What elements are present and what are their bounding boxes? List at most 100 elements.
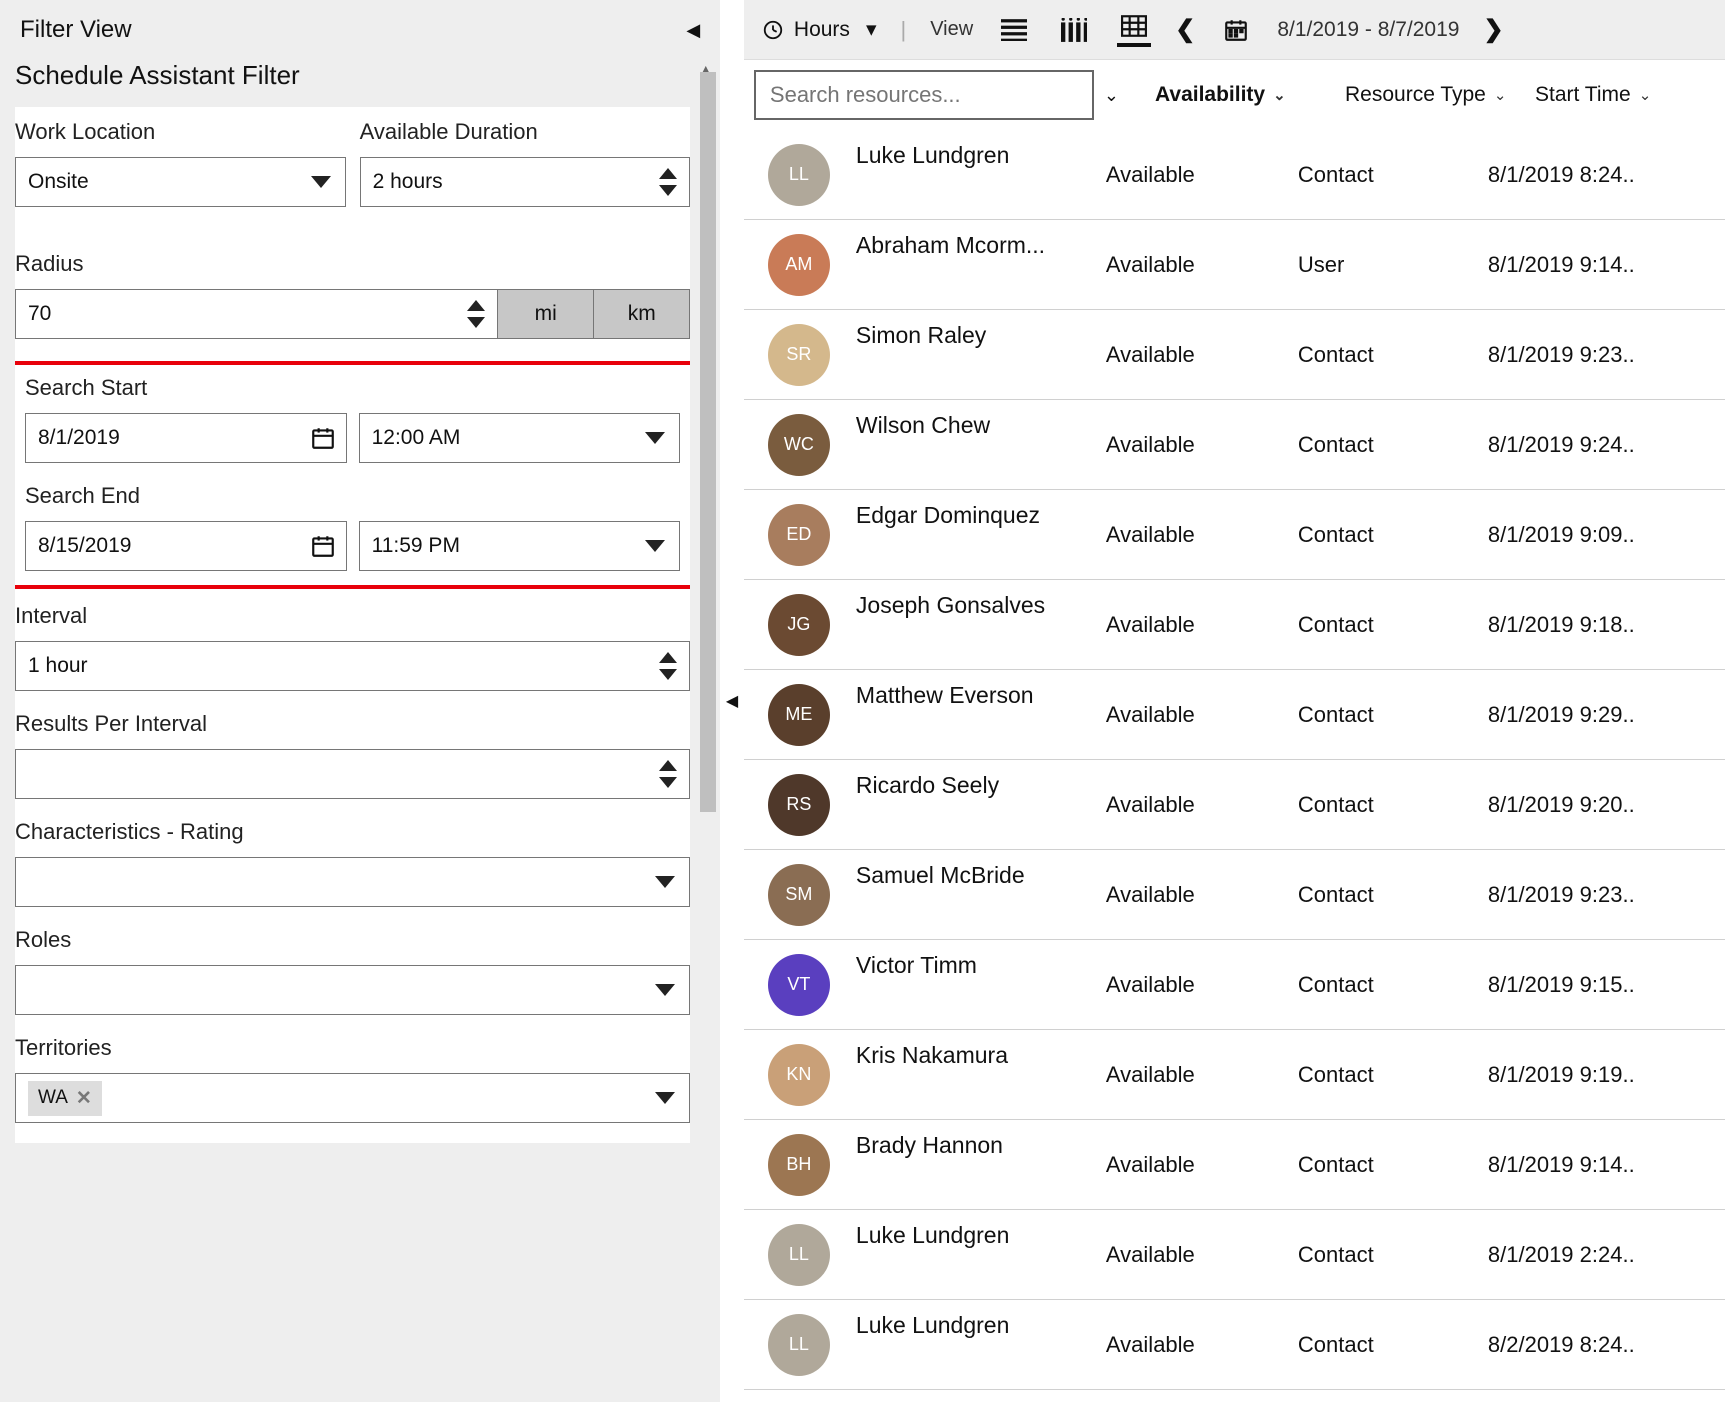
resource-availability: Available [1106, 1332, 1298, 1358]
chevron-down-icon: ⌄ [1639, 86, 1652, 104]
chevron-down-icon: ⌄ [1494, 86, 1507, 104]
resource-row[interactable]: LL Luke Lundgren Available Contact 8/1/2… [744, 130, 1725, 220]
resource-row[interactable]: SR Simon Raley Available Contact 8/1/201… [744, 310, 1725, 400]
resource-availability: Available [1106, 162, 1298, 188]
radius-label: Radius [15, 251, 690, 277]
search-resources-field[interactable] [770, 82, 1078, 108]
prev-range-button[interactable]: ❮ [1175, 15, 1195, 44]
chip-remove-icon[interactable]: ✕ [76, 1087, 92, 1110]
characteristics-select[interactable] [15, 857, 690, 907]
resource-row[interactable]: WC Wilson Chew Available Contact 8/1/201… [744, 400, 1725, 490]
resource-name: Luke Lundgren [856, 1300, 1106, 1339]
resource-name: Wilson Chew [856, 400, 1106, 439]
resource-name: Victor Timm [856, 940, 1106, 979]
date-range-text: 8/1/2019 - 8/7/2019 [1277, 18, 1459, 42]
territory-chip[interactable]: WA ✕ [28, 1081, 102, 1116]
resource-start-time: 8/1/2019 2:24.. [1488, 1242, 1688, 1268]
panel-resize-handle[interactable]: ◀ [720, 0, 744, 1402]
search-end-label: Search End [25, 483, 680, 509]
search-end-date-input[interactable]: 8/15/2019 [25, 521, 347, 571]
available-duration-select[interactable]: 2 hours [360, 157, 691, 207]
resource-start-time: 8/1/2019 9:18.. [1488, 612, 1688, 638]
grid-view-button[interactable] [1117, 13, 1151, 47]
radius-input[interactable]: 70 [15, 289, 498, 339]
granularity-select[interactable]: Hours ▾ [762, 17, 877, 42]
results-per-interval-input[interactable] [15, 749, 690, 799]
resource-row[interactable]: ME Matthew Everson Available Contact 8/1… [744, 670, 1725, 760]
grid-body: LL Luke Lundgren Available Contact 8/1/2… [744, 130, 1725, 1390]
resource-type: Contact [1298, 972, 1488, 998]
resource-row[interactable]: ED Edgar Dominquez Available Contact 8/1… [744, 490, 1725, 580]
avatar: SM [768, 864, 830, 926]
radius-unit-km[interactable]: km [594, 289, 690, 339]
resource-type: Contact [1298, 1242, 1488, 1268]
spinner-icon [659, 652, 677, 680]
results-per-interval-label: Results Per Interval [15, 711, 690, 737]
spinner-icon [659, 760, 677, 788]
scrollbar[interactable]: ▴ [696, 62, 720, 1402]
avatar: BH [768, 1134, 830, 1196]
resource-row[interactable]: RS Ricardo Seely Available Contact 8/1/2… [744, 760, 1725, 850]
available-duration-label: Available Duration [360, 119, 691, 145]
column-view-button[interactable] [1057, 13, 1091, 47]
work-location-select[interactable]: Onsite [15, 157, 346, 207]
chevron-down-icon [655, 1092, 675, 1104]
resource-type: Contact [1298, 792, 1488, 818]
work-location-label: Work Location [15, 119, 346, 145]
resource-availability: Available [1106, 342, 1298, 368]
resource-start-time: 8/2/2019 8:24.. [1488, 1332, 1688, 1358]
filter-subheader: Schedule Assistant Filter [0, 56, 720, 107]
search-start-label: Search Start [25, 375, 680, 401]
resource-name: Abraham Mcorm... [856, 220, 1106, 259]
search-end-time-select[interactable]: 11:59 PM [359, 521, 681, 571]
search-daterange-box: Search Start 8/1/2019 12:00 AM Search [15, 361, 690, 589]
column-resource-type[interactable]: Resource Type ⌄ [1345, 83, 1535, 107]
search-resources-input[interactable] [754, 70, 1094, 120]
radius-unit-mi[interactable]: mi [498, 289, 594, 339]
collapse-left-icon: ◀ [726, 691, 738, 711]
avatar: VT [768, 954, 830, 1016]
filter-panel: Filter View ◀ Schedule Assistant Filter … [0, 0, 720, 1402]
avatar: AM [768, 234, 830, 296]
avatar: JG [768, 594, 830, 656]
resource-type: Contact [1298, 342, 1488, 368]
resource-name: Samuel McBride [856, 850, 1106, 889]
territories-select[interactable]: WA ✕ [15, 1073, 690, 1123]
resource-availability: Available [1106, 972, 1298, 998]
resource-row[interactable]: KN Kris Nakamura Available Contact 8/1/2… [744, 1030, 1725, 1120]
calendar-icon [310, 425, 336, 451]
resource-type: Contact [1298, 162, 1488, 188]
resource-row[interactable]: BH Brady Hannon Available Contact 8/1/20… [744, 1120, 1725, 1210]
column-availability[interactable]: Availability ⌄ [1155, 83, 1345, 107]
search-start-date-input[interactable]: 8/1/2019 [25, 413, 347, 463]
chevron-down-icon: ▾ [866, 17, 877, 42]
resource-availability: Available [1106, 882, 1298, 908]
resource-row[interactable]: JG Joseph Gonsalves Available Contact 8/… [744, 580, 1725, 670]
resource-row[interactable]: SM Samuel McBride Available Contact 8/1/… [744, 850, 1725, 940]
resource-row[interactable]: VT Victor Timm Available Contact 8/1/201… [744, 940, 1725, 1030]
resource-name: Kris Nakamura [856, 1030, 1106, 1069]
resource-row[interactable]: LL Luke Lundgren Available Contact 8/2/2… [744, 1300, 1725, 1390]
resource-row[interactable]: LL Luke Lundgren Available Contact 8/1/2… [744, 1210, 1725, 1300]
resource-availability: Available [1106, 252, 1298, 278]
column-start-time[interactable]: Start Time ⌄ [1535, 83, 1715, 107]
resource-row[interactable]: AM Abraham Mcorm... Available User 8/1/2… [744, 220, 1725, 310]
schedule-board: Hours ▾ | View ❮ 8/1/2019 - 8/7/2019 ❯ ⌄ [744, 0, 1725, 1402]
avatar: RS [768, 774, 830, 836]
chevron-down-icon [655, 876, 675, 888]
calendar-button[interactable] [1219, 13, 1253, 47]
list-view-button[interactable] [997, 13, 1031, 47]
resource-availability: Available [1106, 792, 1298, 818]
next-range-button[interactable]: ❯ [1483, 15, 1503, 44]
roles-select[interactable] [15, 965, 690, 1015]
view-label: View [930, 18, 973, 41]
collapse-panel-icon[interactable]: ◀ [686, 20, 700, 41]
search-dropdown-icon[interactable]: ⌄ [1104, 85, 1119, 106]
scrollbar-thumb[interactable] [700, 72, 716, 812]
interval-select[interactable]: 1 hour [15, 641, 690, 691]
search-start-time-select[interactable]: 12:00 AM [359, 413, 681, 463]
filter-view-title: Filter View [20, 16, 132, 44]
board-toolbar: Hours ▾ | View ❮ 8/1/2019 - 8/7/2019 ❯ [744, 0, 1725, 60]
resource-type: Contact [1298, 522, 1488, 548]
resource-type: User [1298, 252, 1488, 278]
